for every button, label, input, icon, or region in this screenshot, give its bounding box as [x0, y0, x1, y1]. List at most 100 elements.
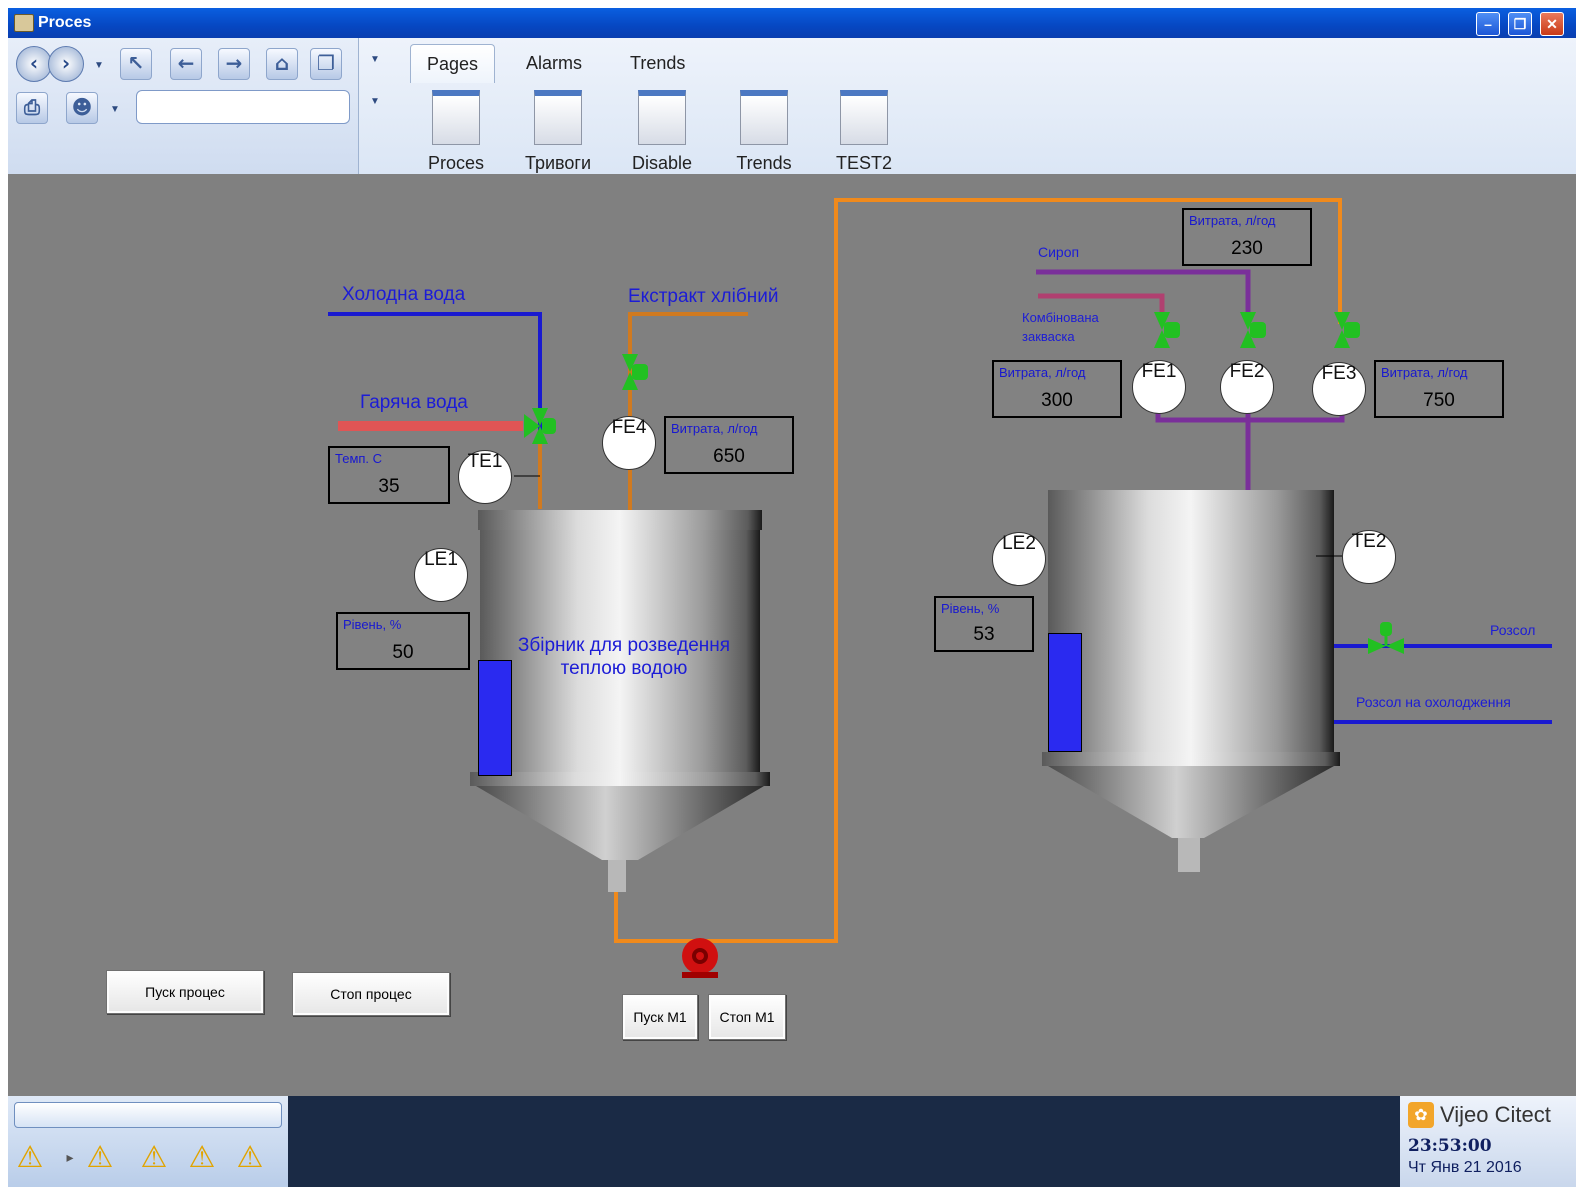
fe2-sensor[interactable]: FE2: [1220, 360, 1274, 414]
page-icon: [432, 90, 480, 145]
temperature-caption: Темп. С: [335, 451, 383, 466]
login-icon[interactable]: ☻: [66, 92, 98, 124]
page-icon: [840, 90, 888, 145]
mixing-tank: [470, 510, 770, 892]
stop-m1-button[interactable]: Стоп М1: [708, 994, 786, 1040]
level1-value: 50: [392, 642, 414, 663]
previous-page-icon[interactable]: ←: [170, 48, 202, 80]
restore-button[interactable]: ❐: [1508, 12, 1532, 36]
process-canvas: Холодна вода Гаряча вода Екстракт хлібни…: [8, 174, 1576, 1096]
tank1-label: Збірник для розведення теплою водою: [517, 635, 731, 679]
le2-sensor[interactable]: LE2: [992, 532, 1046, 586]
page-label: Disable: [631, 153, 693, 173]
fe1-flow-display: Витрата, л/год 300: [992, 360, 1122, 418]
temperature-display: Темп. С 35: [328, 446, 450, 504]
vijeo-logo-icon: ✿: [1408, 1102, 1434, 1128]
page-label: Trends: [736, 153, 792, 173]
navigation-tools: ‹ › ▼ ↖ ← → ⌂ ❐ ⎙ ☻ ▼: [8, 38, 359, 174]
fe4-flow-display: Витрата, л/год 650: [664, 416, 794, 474]
page-icon: [534, 90, 582, 145]
forward-icon[interactable]: ›: [48, 46, 84, 82]
brine-label: Розсол: [1490, 622, 1536, 638]
app-icon: [14, 14, 34, 32]
start-m1-button[interactable]: Пуск М1: [622, 994, 698, 1040]
brine-valve[interactable]: [1368, 622, 1404, 654]
le1-sensor[interactable]: LE1: [414, 548, 468, 602]
history-dropdown-icon[interactable]: ▼: [94, 60, 104, 71]
extract-valve[interactable]: [622, 354, 648, 390]
page-item-disable[interactable]: Disable: [622, 90, 702, 174]
pump-m1-icon[interactable]: [682, 938, 718, 978]
windows-icon[interactable]: ❐: [310, 48, 342, 80]
print-icon[interactable]: ⎙: [16, 92, 48, 124]
alarm-silence-icon[interactable]: ⚠: [84, 1140, 116, 1176]
page-item-alarms[interactable]: Тривоги: [518, 90, 598, 174]
page-item-test2[interactable]: TEST2: [824, 90, 904, 174]
alarm-network-icon[interactable]: ⚠: [138, 1140, 170, 1176]
hot-water-label: Гаряча вода: [360, 392, 468, 413]
level2-value: 53: [973, 624, 995, 645]
syrup-valve[interactable]: [1240, 312, 1266, 348]
back-icon[interactable]: ‹: [16, 46, 52, 82]
fermentation-tank: [1042, 490, 1340, 872]
page-item-trends[interactable]: Trends: [724, 90, 804, 174]
temperature-value: 35: [378, 476, 400, 497]
alarm-list-icon[interactable]: ⚠: [186, 1140, 218, 1176]
start-process-button[interactable]: Пуск процес: [106, 970, 264, 1014]
fe4-sensor[interactable]: FE4: [602, 416, 656, 470]
level-fill-tank2: [1048, 633, 1082, 752]
tab-alarms[interactable]: Alarms: [510, 44, 598, 82]
transfer-valve[interactable]: [1334, 312, 1360, 348]
level-fill-tank1: [478, 660, 512, 776]
minimize-button[interactable]: –: [1476, 12, 1500, 36]
tabs-dropdown-icon[interactable]: ▼: [370, 54, 380, 65]
level-indicator-tank1: [478, 660, 512, 776]
alarm-field[interactable]: [14, 1102, 282, 1128]
tab-trends[interactable]: Trends: [614, 44, 701, 82]
brand-and-clock: ✿ Vijeo Citect 23:53:00 Чт Янв 21 2016: [1400, 1096, 1576, 1187]
first-page-icon[interactable]: ↖: [120, 48, 152, 80]
fe1-flow-value: 300: [1041, 390, 1073, 411]
process-diagram: [328, 198, 1552, 978]
fe2-flow-caption: Витрата, л/год: [1189, 213, 1276, 228]
fe4-flow-value: 650: [713, 446, 745, 467]
home-icon[interactable]: ⌂: [266, 48, 298, 80]
cold-water-label: Холодна вода: [342, 284, 466, 305]
fe3-flow-display: Витрата, л/год 750: [1374, 360, 1504, 418]
cold-water-pipe: [328, 312, 542, 432]
level-indicator-tank2: [1048, 633, 1082, 752]
brine-cooling-label: Розсол на охолодження: [1356, 694, 1511, 710]
level1-caption: Рівень, %: [343, 617, 402, 632]
page-icon: [638, 90, 686, 145]
level2-display: Рівень, % 53: [934, 596, 1034, 652]
pages-dropdown-icon[interactable]: ▼: [370, 96, 380, 107]
page-label: Тривоги: [524, 153, 592, 173]
alarm-warning-icon[interactable]: ⚠: [234, 1140, 266, 1176]
hot-water-valve[interactable]: [524, 408, 556, 444]
window-title: Proces: [38, 14, 92, 31]
next-page-icon[interactable]: →: [218, 48, 250, 80]
close-button[interactable]: ✕: [1540, 12, 1564, 36]
page-item-proces[interactable]: Proces: [416, 90, 496, 174]
brand-name: Vijeo Citect: [1440, 1102, 1551, 1127]
page-label: TEST2: [835, 153, 892, 173]
login-dropdown-icon[interactable]: ▼: [110, 104, 120, 115]
te2-sensor[interactable]: TE2: [1342, 530, 1396, 584]
expand-arrow-icon[interactable]: ▸: [54, 1140, 86, 1176]
level1-display: Рівень, % 50: [336, 612, 470, 670]
fe3-flow-caption: Витрата, л/год: [1381, 365, 1468, 380]
bread-extract-label: Екстракт хлібний: [628, 286, 779, 307]
alarm-acknowledge-icon[interactable]: ⚠: [14, 1140, 46, 1176]
te1-sensor[interactable]: TE1: [458, 450, 512, 504]
status-bar: ⚠ ▸ ⚠ ⚠ ⚠ ⚠ ✿ Vijeo Citect 23:53:00 Чт Я…: [8, 1096, 1576, 1187]
syrup-label: Сироп: [1038, 244, 1080, 260]
level2-caption: Рівень, %: [941, 601, 1000, 616]
fe1-sensor[interactable]: FE1: [1132, 360, 1186, 414]
stop-process-button[interactable]: Стоп процес: [292, 972, 450, 1016]
alarm-toolbar: ⚠ ▸ ⚠ ⚠ ⚠ ⚠: [8, 1096, 288, 1187]
fe3-flow-value: 750: [1423, 390, 1455, 411]
starter-valve[interactable]: [1154, 312, 1180, 348]
address-input[interactable]: [136, 90, 350, 124]
tab-pages[interactable]: Pages: [410, 44, 496, 83]
fe3-sensor[interactable]: FE3: [1312, 362, 1366, 416]
